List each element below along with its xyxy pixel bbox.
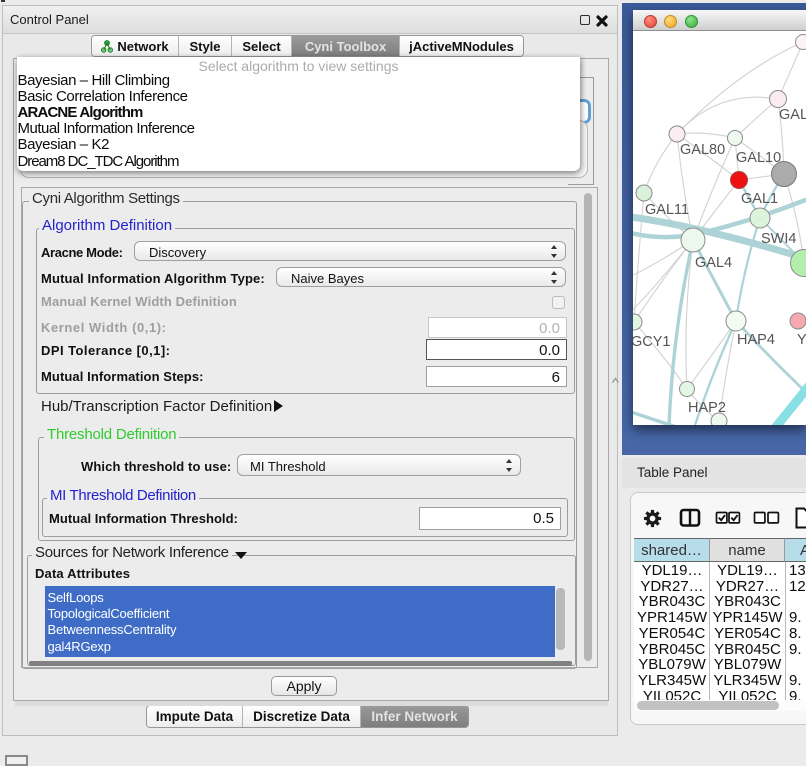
svg-text:HAP4: HAP4 [737, 332, 775, 348]
svg-text:GAL7: GAL7 [779, 107, 806, 123]
svg-text:GCY1: GCY1 [633, 334, 671, 350]
svg-text:HAP2: HAP2 [688, 400, 726, 416]
svg-text:GAL4: GAL4 [695, 255, 732, 271]
svg-text:GAL80: GAL80 [680, 142, 725, 158]
svg-text:GAL1: GAL1 [741, 191, 778, 207]
svg-text:SWI4: SWI4 [761, 231, 796, 247]
svg-text:GAL11: GAL11 [645, 202, 689, 218]
svg-text:GAL10: GAL10 [736, 150, 781, 166]
svg-text:Y: Y [797, 332, 806, 348]
